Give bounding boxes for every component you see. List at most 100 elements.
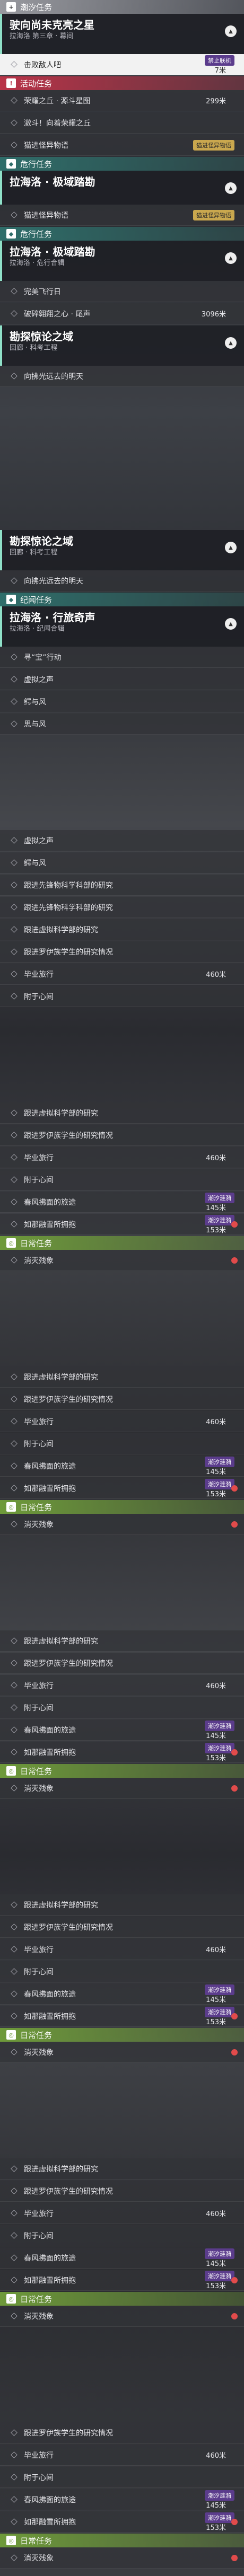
- task-item[interactable]: 如那融雪所拥抱 153米 潮汐涟漪: [0, 2511, 244, 2533]
- mission-card[interactable]: 拉海洛 · 极域踏勘 ▲: [0, 171, 244, 205]
- track-pin-icon[interactable]: [231, 1221, 238, 1228]
- task-item[interactable]: 消灭残象: [0, 1778, 244, 1799]
- task-item[interactable]: 跟进罗伊族学生的研究情况: [0, 2181, 244, 2202]
- diamond-icon: [11, 926, 18, 933]
- task-item[interactable]: 毕业旅行 460米: [0, 1939, 244, 1960]
- collapse-icon[interactable]: ▲: [225, 542, 237, 553]
- task-item[interactable]: 毕业旅行 460米: [0, 2203, 244, 2224]
- task-item[interactable]: 虚拟之声: [0, 830, 244, 851]
- collapse-icon[interactable]: ▲: [225, 182, 237, 194]
- task-item[interactable]: 春风拂面的旅途 145米 潮汐涟漪: [0, 1192, 244, 1213]
- distance: 153米: [206, 1490, 226, 1498]
- task-item[interactable]: 如那融雪所拥抱 153米 潮汐涟漪: [0, 2006, 244, 2027]
- track-pin-icon[interactable]: [231, 2313, 238, 2319]
- track-pin-icon[interactable]: [231, 2519, 238, 2525]
- task-item[interactable]: 跟进罗伊族学生的研究情况: [0, 1389, 244, 1410]
- task-label: 虚拟之声: [24, 836, 54, 845]
- task-item[interactable]: 毕业旅行 460米: [0, 1675, 244, 1696]
- task-item[interactable]: 如那融雪所拥抱 153米 潮汐涟漪: [0, 1478, 244, 1499]
- task-item[interactable]: 如那融雪所拥抱 153米 潮汐涟漪: [0, 1742, 244, 1763]
- task-item[interactable]: 毕业旅行 460米: [0, 1411, 244, 1432]
- task-item[interactable]: 跟进罗伊族学生的研究情况: [0, 1917, 244, 1938]
- track-pin-icon[interactable]: [231, 1257, 238, 1264]
- status-badge: 禁止联机: [205, 55, 234, 66]
- task-item[interactable]: 跟进罗伊族学生的研究情况: [0, 1653, 244, 1674]
- track-pin-icon[interactable]: [231, 2049, 238, 2055]
- task-item[interactable]: 寻“宝”行动: [0, 647, 244, 668]
- task-item[interactable]: 跟进罗伊族学生的研究情况: [0, 2422, 244, 2443]
- track-pin-icon[interactable]: [231, 2277, 238, 2283]
- task-item[interactable]: 消灭残象: [0, 2306, 244, 2327]
- task-item[interactable]: 击败敌人吧 7米 禁止联机: [0, 54, 244, 75]
- task-item[interactable]: 附于心间: [0, 1961, 244, 1982]
- collapse-icon[interactable]: ▲: [225, 25, 237, 37]
- task-item[interactable]: 消灭残象: [0, 1250, 244, 1271]
- task-item[interactable]: 猫进怪异物语 猫进怪异物语: [0, 205, 244, 226]
- task-item[interactable]: 春风拂面的旅途 145米 潮汐涟漪: [0, 2489, 244, 2510]
- collapse-icon[interactable]: ▲: [225, 337, 237, 349]
- task-item[interactable]: 春风拂面的旅途 145米 潮汐涟漪: [0, 2247, 244, 2269]
- task-item[interactable]: 毕业旅行 460米: [0, 2445, 244, 2466]
- diamond-icon: [11, 2187, 18, 2194]
- task-item[interactable]: 春风拂面的旅途 145米 潮汐涟漪: [0, 1983, 244, 2005]
- task-item[interactable]: 猫进怪异物语 猫进怪异物语: [0, 135, 244, 156]
- diamond-icon: [11, 97, 18, 104]
- mission-title: 拉海洛 · 极域踏勘: [10, 175, 95, 188]
- task-item[interactable]: 跟进先锋物科学科部的研究: [0, 875, 244, 896]
- task-item[interactable]: 跟进罗伊族学生的研究情况: [0, 1125, 244, 1146]
- task-item[interactable]: 跟进虚拟科学部的研究: [0, 1366, 244, 1388]
- task-item[interactable]: 荣耀之丘 · 源斗星图 299米: [0, 90, 244, 111]
- track-pin-icon[interactable]: [231, 2555, 238, 2561]
- mission-card[interactable]: 勘探惊论之域 回廊 · 科考工程 ▲: [0, 325, 244, 366]
- mission-title: 勘探惊论之域: [10, 535, 73, 548]
- mission-card[interactable]: 拉海洛 · 行旅奇声 拉海洛 · 纪闻合辑 ▲: [0, 606, 244, 647]
- task-item[interactable]: 毕业旅行 460米: [0, 1147, 244, 1168]
- distance: 7米: [214, 67, 226, 75]
- mission-card[interactable]: 勘探惊论之域 回廊 · 科考工程 ▲: [0, 530, 244, 570]
- task-item[interactable]: 附于心间: [0, 2225, 244, 2246]
- mission-card[interactable]: 驶向尚未克亮之星 拉海洛 第三章 · 幕间 ▲: [0, 14, 244, 54]
- track-pin-icon[interactable]: [231, 2013, 238, 2019]
- task-item[interactable]: 跟进虚拟科学部的研究: [0, 1894, 244, 1916]
- task-label: 跟进罗伊族学生的研究情况: [24, 2187, 113, 2196]
- track-pin-icon[interactable]: [231, 1785, 238, 1792]
- collapse-icon[interactable]: ▲: [225, 252, 237, 264]
- task-item[interactable]: 春风拂面的旅途 145米 潮汐涟漪: [0, 1455, 244, 1477]
- task-item[interactable]: 鳄与风: [0, 691, 244, 712]
- mission-card[interactable]: 拉海洛 · 极域踏勘 拉海洛 · 危行合辑 ▲: [0, 241, 244, 281]
- task-item[interactable]: 附于心间: [0, 2467, 244, 2488]
- task-item[interactable]: 激斗！向着荣耀之丘: [0, 112, 244, 134]
- track-pin-icon[interactable]: [231, 1485, 238, 1492]
- task-item[interactable]: 跟进先锋物科学科部的研究: [0, 897, 244, 918]
- track-pin-icon[interactable]: [231, 1749, 238, 1755]
- task-item[interactable]: 消灭残象: [0, 1514, 244, 1535]
- task-item[interactable]: 思与风: [0, 713, 244, 735]
- task-item[interactable]: 跟进虚拟科学部的研究: [0, 2158, 244, 2180]
- task-item[interactable]: 鳄与风: [0, 852, 244, 874]
- task-label: 跟进罗伊族学生的研究情况: [24, 1395, 113, 1404]
- task-item[interactable]: 春风拂面的旅途 145米 潮汐涟漪: [0, 1719, 244, 1741]
- task-item[interactable]: 跟进虚拟科学部的研究: [0, 1102, 244, 1124]
- mission-title: 拉海洛 · 行旅奇声: [10, 611, 95, 624]
- task-item[interactable]: 附于心间: [0, 1433, 244, 1454]
- task-item[interactable]: 如那融雪所拥抱 153米 潮汐涟漪: [0, 1214, 244, 1235]
- task-item[interactable]: 向拂光远去的明天: [0, 570, 244, 592]
- task-item[interactable]: 向拂光远去的明天: [0, 366, 244, 387]
- collapse-icon[interactable]: ▲: [225, 618, 237, 630]
- task-item[interactable]: 附于心间: [0, 1169, 244, 1190]
- task-item[interactable]: 附于心间: [0, 986, 244, 1007]
- task-item[interactable]: 附于心间: [0, 1697, 244, 1718]
- task-item[interactable]: 如那融雪所拥抱 153米 潮汐涟漪: [0, 2270, 244, 2291]
- task-item[interactable]: 消灭残象: [0, 2547, 244, 2569]
- task-label: 消灭残象: [24, 2312, 54, 2321]
- task-item[interactable]: 虚拟之声: [0, 669, 244, 690]
- task-item[interactable]: 跟进虚拟科学部的研究: [0, 1630, 244, 1652]
- task-item[interactable]: 消灭残象: [0, 2042, 244, 2063]
- track-pin-icon[interactable]: [231, 1521, 238, 1528]
- task-label: 春风拂面的旅途: [24, 1198, 76, 1207]
- task-item[interactable]: 破碎翱翔之心 · 尾声 3096米: [0, 303, 244, 324]
- task-item[interactable]: 完美飞行日: [0, 281, 244, 302]
- task-item[interactable]: 跟进虚拟科学部的研究: [0, 919, 244, 940]
- task-item[interactable]: 毕业旅行 460米: [0, 964, 244, 985]
- task-item[interactable]: 跟进罗伊族学生的研究情况: [0, 941, 244, 963]
